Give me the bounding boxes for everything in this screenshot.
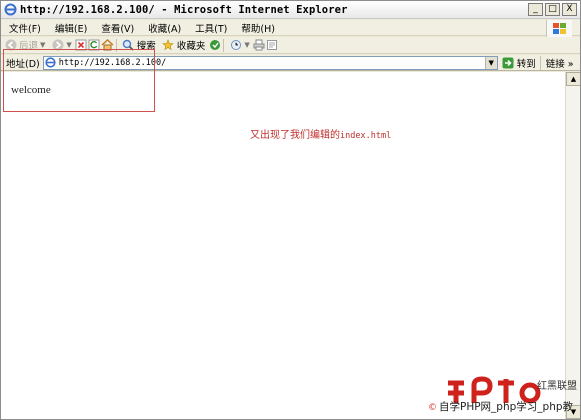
vertical-scrollbar[interactable]: ▲ ▼ (565, 72, 580, 419)
scroll-up-icon[interactable]: ▲ (566, 72, 580, 86)
links-chevron-icon: » (567, 58, 574, 70)
window-controls: _ □ X (528, 3, 577, 16)
address-dropdown-icon[interactable]: ▼ (484, 56, 497, 69)
menu-view[interactable]: 查看(V) (94, 21, 141, 35)
go-label: 转到 (516, 58, 536, 70)
annotation-filename: index.html (340, 131, 392, 141)
menu-favorites[interactable]: 收藏(A) (141, 21, 188, 35)
links-label: 链接 (545, 58, 565, 70)
close-button[interactable]: X (562, 3, 577, 16)
favorites-label: 收藏夹 (176, 41, 206, 52)
title-bar: http://192.168.2.100/ - Microsoft Intern… (1, 1, 580, 19)
menu-file[interactable]: 文件(F) (1, 21, 48, 35)
go-button[interactable]: 转到 (498, 56, 540, 70)
history-dropdown-icon[interactable]: ▼ (244, 41, 249, 49)
back-dropdown-icon[interactable]: ▼ (40, 41, 45, 49)
media-icon[interactable] (208, 39, 221, 52)
edit-page-icon[interactable] (266, 39, 279, 52)
history-icon (229, 39, 242, 52)
menu-help[interactable]: 帮助(H) (234, 21, 282, 35)
star-icon (162, 39, 175, 52)
windows-flag-icon (546, 20, 572, 37)
scroll-down-icon[interactable]: ▼ (566, 405, 580, 419)
toolbar-separator (223, 38, 225, 52)
menu-tools[interactable]: 工具(T) (188, 21, 234, 35)
forward-dropdown-icon[interactable]: ▼ (66, 41, 71, 49)
links-button[interactable]: 链接 » (539, 55, 574, 70)
browser-window: http://192.168.2.100/ - Microsoft Intern… (0, 0, 581, 420)
annotation-highlight-box (3, 49, 155, 112)
page-viewport: welcome 又出现了我们编辑的index.html ▲ ▼ (1, 72, 580, 419)
menu-edit[interactable]: 编辑(E) (48, 21, 94, 35)
menu-bar: 文件(F) 编辑(E) 查看(V) 收藏(A) 工具(T) 帮助(H) (1, 20, 580, 36)
print-icon[interactable] (253, 39, 266, 52)
window-title: http://192.168.2.100/ - Microsoft Intern… (20, 3, 348, 16)
history-button[interactable]: ▼ (226, 39, 252, 52)
go-arrow-icon (502, 56, 515, 69)
scroll-track[interactable] (566, 86, 580, 405)
maximize-button[interactable]: □ (545, 3, 560, 16)
ie-logo-icon (3, 3, 17, 17)
favorites-button[interactable]: 收藏夹 (159, 38, 209, 52)
annotation-text: 又出现了我们编辑的 (250, 130, 340, 141)
minimize-button[interactable]: _ (528, 3, 543, 16)
annotation-note: 又出现了我们编辑的index.html (250, 126, 391, 141)
